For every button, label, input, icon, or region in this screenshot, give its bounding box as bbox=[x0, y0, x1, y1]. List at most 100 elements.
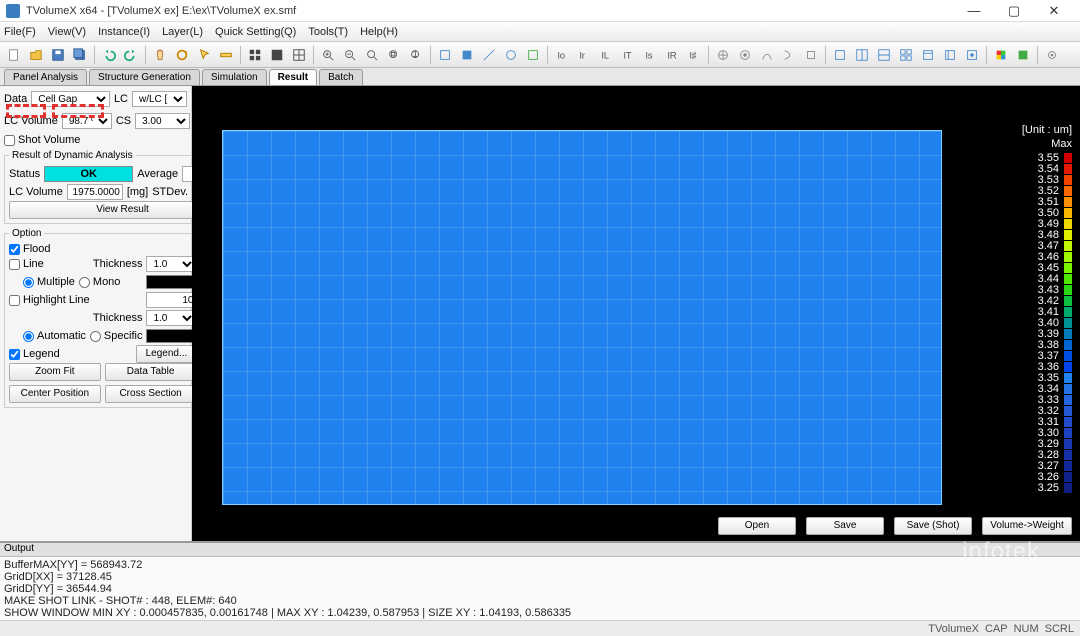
output-header: Output bbox=[0, 543, 1080, 557]
center-position-button[interactable]: Center Position bbox=[9, 385, 101, 403]
layer6-icon[interactable]: lR bbox=[662, 45, 682, 65]
legend-item: 3.44 bbox=[1012, 273, 1072, 284]
heatmap-plot[interactable] bbox=[222, 130, 942, 505]
specific-radio[interactable] bbox=[90, 331, 101, 342]
snap2-icon[interactable] bbox=[457, 45, 477, 65]
minimize-button[interactable]: — bbox=[954, 0, 994, 22]
snap1-icon[interactable] bbox=[435, 45, 455, 65]
specific-color[interactable] bbox=[146, 329, 196, 343]
layer3-icon[interactable]: lL bbox=[596, 45, 616, 65]
legend-check[interactable] bbox=[9, 349, 20, 360]
layer2-icon[interactable]: lr bbox=[574, 45, 594, 65]
legend-item: 3.36 bbox=[1012, 361, 1072, 372]
save-icon[interactable] bbox=[48, 45, 68, 65]
layer7-icon[interactable]: l♯ bbox=[684, 45, 704, 65]
cs-select[interactable]: 3.00 bbox=[135, 113, 190, 129]
line-check[interactable] bbox=[9, 259, 20, 270]
menu-view[interactable]: View(V) bbox=[48, 26, 86, 38]
multiple-radio[interactable] bbox=[23, 277, 34, 288]
menu-tools[interactable]: Tools(T) bbox=[308, 26, 348, 38]
win3-icon[interactable] bbox=[874, 45, 894, 65]
grid3-icon[interactable] bbox=[289, 45, 309, 65]
lc-select[interactable]: w/LC [N] bbox=[132, 91, 187, 107]
menu-help[interactable]: Help(H) bbox=[360, 26, 398, 38]
win1-icon[interactable] bbox=[830, 45, 850, 65]
tool1-icon[interactable] bbox=[713, 45, 733, 65]
close-button[interactable]: ✕ bbox=[1034, 0, 1074, 22]
output-panel: Output BufferMAX[YY] = 568943.72 GridD[X… bbox=[0, 542, 1080, 620]
flood-check[interactable] bbox=[9, 244, 20, 255]
menu-layer[interactable]: Layer(L) bbox=[162, 26, 203, 38]
open-icon[interactable] bbox=[26, 45, 46, 65]
redo-icon[interactable] bbox=[121, 45, 141, 65]
tool5-icon[interactable] bbox=[801, 45, 821, 65]
cross-section-button[interactable]: Cross Section bbox=[105, 385, 197, 403]
rotate-icon[interactable] bbox=[172, 45, 192, 65]
snap5-icon[interactable] bbox=[523, 45, 543, 65]
new-icon[interactable] bbox=[4, 45, 24, 65]
pointer-icon[interactable] bbox=[194, 45, 214, 65]
tool3-icon[interactable] bbox=[757, 45, 777, 65]
win7-icon[interactable] bbox=[962, 45, 982, 65]
menu-instance[interactable]: Instance(I) bbox=[98, 26, 150, 38]
lcvoln-value[interactable] bbox=[67, 184, 123, 200]
color2-icon[interactable] bbox=[1013, 45, 1033, 65]
legend-item: 3.37 bbox=[1012, 350, 1072, 361]
lcvol-select[interactable]: 98.7 % bbox=[62, 113, 112, 129]
snap4-icon[interactable] bbox=[501, 45, 521, 65]
grid2-icon[interactable] bbox=[267, 45, 287, 65]
output-body: BufferMAX[YY] = 568943.72 GridD[XX] = 37… bbox=[0, 557, 1080, 620]
tab-batch[interactable]: Batch bbox=[319, 69, 363, 85]
legend-button[interactable]: Legend... bbox=[136, 345, 196, 363]
layer4-icon[interactable]: lT bbox=[618, 45, 638, 65]
win4-icon[interactable] bbox=[896, 45, 916, 65]
grid1-icon[interactable] bbox=[245, 45, 265, 65]
save-button[interactable]: Save bbox=[806, 517, 884, 535]
layer5-icon[interactable]: ls bbox=[640, 45, 660, 65]
maximize-button[interactable]: ▢ bbox=[994, 0, 1034, 22]
menu-file[interactable]: File(F) bbox=[4, 26, 36, 38]
layer1-icon[interactable]: lo bbox=[552, 45, 572, 65]
zoom-fit-icon[interactable] bbox=[362, 45, 382, 65]
mono-color[interactable] bbox=[146, 275, 196, 289]
data-label: Data bbox=[4, 93, 27, 105]
saveall-icon[interactable] bbox=[70, 45, 90, 65]
tool2-icon[interactable] bbox=[735, 45, 755, 65]
undo-icon[interactable] bbox=[99, 45, 119, 65]
thickness2-select[interactable]: 1.0 bbox=[146, 310, 196, 326]
stdev-label: STDev. bbox=[152, 186, 188, 198]
win6-icon[interactable] bbox=[940, 45, 960, 65]
snap3-icon[interactable] bbox=[479, 45, 499, 65]
tab-simulation[interactable]: Simulation bbox=[202, 69, 267, 85]
tool4-icon[interactable] bbox=[779, 45, 799, 65]
legend-item: 3.35 bbox=[1012, 372, 1072, 383]
tab-panel-analysis[interactable]: Panel Analysis bbox=[4, 69, 87, 85]
measure-icon[interactable] bbox=[216, 45, 236, 65]
color1-icon[interactable] bbox=[991, 45, 1011, 65]
settings-icon[interactable] bbox=[1042, 45, 1062, 65]
zoom-sel-icon[interactable] bbox=[384, 45, 404, 65]
open-button[interactable]: Open bbox=[718, 517, 796, 535]
thickness-select[interactable]: 1.0 bbox=[146, 256, 196, 272]
mono-radio[interactable] bbox=[79, 277, 90, 288]
automatic-radio[interactable] bbox=[23, 331, 34, 342]
zoom-out-icon[interactable] bbox=[340, 45, 360, 65]
highlight-value[interactable] bbox=[146, 292, 196, 308]
tab-result[interactable]: Result bbox=[269, 69, 318, 85]
menu-quicksetting[interactable]: Quick Setting(Q) bbox=[215, 26, 296, 38]
tab-bar: Panel Analysis Structure Generation Simu… bbox=[0, 68, 1080, 86]
zoom-in-icon[interactable] bbox=[318, 45, 338, 65]
win2-icon[interactable] bbox=[852, 45, 872, 65]
win5-icon[interactable] bbox=[918, 45, 938, 65]
shot-volume-check[interactable] bbox=[4, 135, 15, 146]
highlight-check[interactable] bbox=[9, 295, 20, 306]
legend-item: 3.41 bbox=[1012, 306, 1072, 317]
volume-weight-button[interactable]: Volume->Weight bbox=[982, 517, 1072, 535]
tab-structure-generation[interactable]: Structure Generation bbox=[89, 69, 200, 85]
data-table-button[interactable]: Data Table bbox=[105, 363, 197, 381]
hand-icon[interactable] bbox=[150, 45, 170, 65]
zoom-fit-button[interactable]: Zoom Fit bbox=[9, 363, 101, 381]
save-shot-button[interactable]: Save (Shot) bbox=[894, 517, 972, 535]
zoom-reset-icon[interactable]: 1 bbox=[406, 45, 426, 65]
data-select[interactable]: Cell Gap bbox=[31, 91, 110, 107]
